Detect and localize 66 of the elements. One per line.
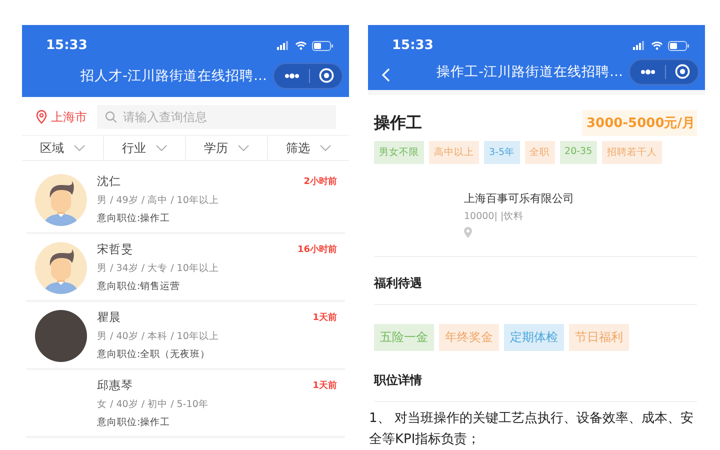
candidate-name[interactable]: 邱惠琴 (97, 378, 133, 393)
status-time: 15:33 (392, 38, 434, 53)
post-time: 1天前 (312, 312, 337, 324)
battery-icon (312, 40, 333, 50)
benefit-tag: 五险一金 (374, 324, 434, 351)
post-time: 16小时前 (297, 243, 337, 256)
city-selector[interactable]: 上海市 (51, 108, 87, 126)
menu-capsule[interactable] (273, 62, 343, 88)
desired-position: 意向职位:操作工 (97, 212, 172, 225)
signal-icon (633, 41, 646, 50)
section-heading: 福利待遇 (374, 275, 423, 292)
more-icon[interactable] (640, 68, 656, 75)
person-avatar-drawing (35, 174, 87, 226)
filter-dropdown[interactable]: 区域 (22, 136, 104, 160)
filter-dropdown[interactable]: 行业 (104, 136, 186, 160)
company-info: 10000| |饮料 (464, 210, 524, 223)
job-description: 1、 对当班操作的关键工艺点执行、设备效率、成本、安全等KPI指标负责； (369, 410, 694, 449)
battery-icon (668, 40, 689, 50)
status-time: 15:33 (46, 38, 88, 53)
chevron-down-icon (156, 145, 167, 151)
job-tag: 男女不限 (374, 141, 424, 164)
job-tag: 招聘若干人 (602, 141, 662, 164)
candidate-details: 女 / 40岁 / 初中 / 5-10年 (97, 398, 210, 411)
job-tag: 高中以上 (429, 141, 479, 164)
more-icon[interactable] (284, 72, 300, 78)
candidate-details: 男 / 49岁 / 高中 / 10年以上 (97, 194, 220, 207)
candidate-name[interactable]: 沈仁 (97, 174, 121, 189)
page-title: 招人才-江川路街道在线招聘… (80, 66, 267, 84)
person-avatar-drawing (35, 242, 87, 294)
job-tag: 20-35 (560, 141, 598, 164)
candidate-details: 男 / 34岁 / 大专 / 10年以上 (97, 262, 220, 275)
chevron-down-icon (320, 145, 331, 151)
wifi-icon (295, 41, 307, 50)
benefit-tag: 定期体检 (504, 324, 564, 351)
job-title: 操作工 (374, 112, 422, 134)
page-title: 操作工-江川路街道在线招聘… (436, 62, 623, 81)
section-heading: 职位详情 (374, 372, 423, 389)
chevron-down-icon (74, 145, 85, 151)
signal-icon (277, 41, 290, 50)
candidate-details: 男 / 40岁 / 本科 / 10年以上 (97, 330, 220, 343)
desired-position: 意向职位:操作工 (97, 416, 172, 429)
search-icon (105, 111, 117, 123)
location-pin-icon (464, 227, 472, 238)
post-time: 2小时前 (304, 175, 337, 188)
back-icon[interactable] (382, 68, 390, 82)
chevron-down-icon (238, 145, 249, 151)
search-field[interactable]: 请输入查询信息 (97, 105, 336, 129)
filter-dropdown[interactable]: 学历 (186, 136, 268, 160)
desired-position: 意向职位:销售运营 (97, 280, 182, 293)
menu-capsule[interactable] (629, 58, 699, 85)
photo-placeholder (35, 310, 87, 362)
benefit-tag: 年终奖金 (439, 324, 499, 351)
job-tag: 全职 (524, 141, 555, 164)
desired-position: 意向职位:全职（无夜班） (97, 348, 212, 361)
close-circle-icon[interactable] (675, 64, 690, 80)
candidate-name[interactable]: 瞿晨 (97, 310, 121, 325)
wifi-icon (651, 41, 663, 50)
location-pin-icon (36, 110, 47, 124)
benefit-tag: 节日福利 (569, 324, 629, 351)
close-circle-icon[interactable] (319, 68, 334, 83)
company-name[interactable]: 上海百事可乐有限公司 (464, 191, 574, 206)
post-time: 1天前 (312, 380, 337, 392)
salary-badge: 3000-5000元/月 (582, 110, 697, 136)
candidate-name[interactable]: 宋哲旻 (97, 242, 133, 257)
job-tag: 3-5年 (484, 141, 520, 164)
filter-dropdown[interactable]: 筛选 (268, 136, 349, 160)
